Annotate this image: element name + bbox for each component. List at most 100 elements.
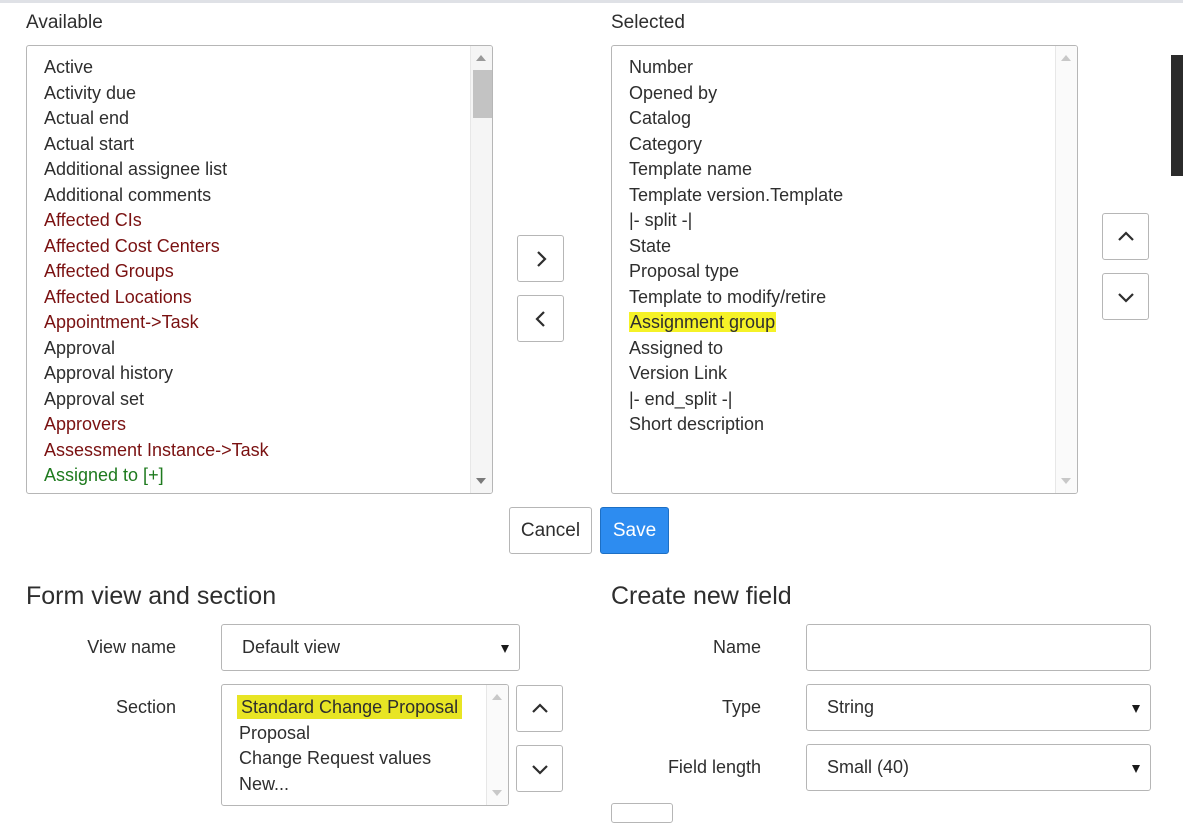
list-item-label: Short description xyxy=(629,414,765,434)
save-button[interactable]: Save xyxy=(600,507,669,554)
list-item[interactable]: Affected Groups xyxy=(44,259,269,285)
list-item[interactable]: Assessment Instance->Task xyxy=(44,438,269,464)
available-list[interactable]: Active Activity due Actual end Actual start… xyxy=(26,45,493,494)
list-item[interactable]: Approval xyxy=(44,336,269,362)
add-to-selected-button[interactable] xyxy=(517,235,564,282)
list-item[interactable]: Additional comments xyxy=(44,183,269,209)
name-label: Name xyxy=(712,637,761,657)
type-value: String xyxy=(827,697,875,717)
list-item[interactable]: Standard Change Proposal xyxy=(239,695,461,721)
partial-button[interactable] xyxy=(611,803,673,823)
list-item[interactable]: Appointment->Task xyxy=(44,310,269,336)
list-item[interactable]: Actual end xyxy=(44,106,269,132)
list-item[interactable]: Proposal type xyxy=(629,259,843,285)
list-item[interactable]: Catalog xyxy=(629,106,843,132)
list-item-label: Approval xyxy=(44,337,116,358)
list-item-label: Assigned to [+] xyxy=(44,465,164,485)
list-item[interactable]: Change Request values xyxy=(239,746,460,772)
list-item[interactable]: Template to modify/retire xyxy=(629,285,843,311)
list-item-label: Proposal type xyxy=(629,261,740,281)
scroll-up-icon[interactable] xyxy=(492,694,502,700)
view-name-value: Default view xyxy=(242,637,341,657)
chevron-up-icon xyxy=(531,702,548,713)
list-item-label: Assessment Instance->Task xyxy=(44,439,269,460)
form-view-title: Form view and section xyxy=(26,582,277,610)
remove-from-selected-button[interactable] xyxy=(517,295,564,342)
list-item[interactable]: Approval set xyxy=(44,387,269,413)
list-item-label: Active xyxy=(44,57,94,77)
cancel-button[interactable]: Cancel xyxy=(509,507,592,554)
list-item-label: Affected CIs xyxy=(44,210,142,230)
type-label: Type xyxy=(721,697,761,717)
list-item[interactable]: Proposal xyxy=(239,721,460,747)
list-item[interactable]: Affected CIs xyxy=(44,208,269,234)
section-move-down-button[interactable] xyxy=(516,745,563,792)
list-item-label: Approval set xyxy=(44,388,145,409)
list-item[interactable]: State xyxy=(629,234,843,260)
list-item[interactable]: Affected Locations xyxy=(44,285,269,311)
dropdown-caret-icon xyxy=(1132,765,1140,773)
list-item-label: Change Request values xyxy=(239,748,432,768)
list-item[interactable]: Assigned to [+] xyxy=(44,463,269,489)
list-item-label: Approvers xyxy=(44,414,127,434)
list-item-label: Version Link xyxy=(629,363,728,383)
edge-panel xyxy=(1171,55,1183,176)
list-item[interactable]: Short description xyxy=(629,412,843,438)
list-item-label: Proposal xyxy=(239,722,311,743)
selected-list[interactable]: Number Opened by Catalog Category Template n… xyxy=(611,45,1078,494)
view-name-label: View name xyxy=(87,637,176,657)
scroll-down-icon[interactable] xyxy=(476,478,486,484)
list-item[interactable]: Assignment group xyxy=(629,310,843,336)
view-name-select[interactable]: Default view xyxy=(221,624,520,671)
list-item-label: Catalog xyxy=(629,108,692,128)
move-down-button[interactable] xyxy=(1102,273,1149,320)
section-label: Section xyxy=(115,697,176,717)
list-item-label: Additional comments xyxy=(44,184,212,205)
section-list[interactable]: Standard Change Proposal Proposal Change R… xyxy=(221,684,509,806)
chevron-down-icon xyxy=(531,764,548,775)
list-item[interactable]: |- end_split -| xyxy=(629,387,843,413)
scroll-thumb[interactable] xyxy=(473,70,492,118)
chevron-left-icon xyxy=(534,310,545,327)
list-item-label: |- end_split -| xyxy=(629,388,733,409)
list-item-label: New... xyxy=(239,773,290,794)
list-item-label: Actual end xyxy=(44,108,130,128)
list-item[interactable]: Number xyxy=(629,55,843,81)
list-item-label: Affected Locations xyxy=(44,286,192,307)
scroll-down-icon[interactable] xyxy=(492,790,502,796)
scroll-down-icon[interactable] xyxy=(1061,478,1071,484)
list-item[interactable]: Opened by xyxy=(629,81,843,107)
list-item[interactable]: Category xyxy=(629,132,843,158)
list-item[interactable]: Activity due xyxy=(44,81,269,107)
available-label: Available xyxy=(26,12,103,33)
list-item[interactable]: Template version.Template xyxy=(629,183,843,209)
list-item[interactable]: |- split -| xyxy=(629,208,843,234)
list-item[interactable]: Affected Cost Centers xyxy=(44,234,269,260)
field-length-label: Field length xyxy=(667,757,761,777)
list-item[interactable]: Assigned to xyxy=(629,336,843,362)
field-length-select[interactable]: Small (40) xyxy=(806,744,1151,791)
scroll-up-icon[interactable] xyxy=(476,55,486,61)
selected-scrollbar[interactable] xyxy=(1055,46,1077,493)
list-item-label: Actual start xyxy=(44,133,135,154)
new-field-title: Create new field xyxy=(611,582,792,610)
list-item[interactable]: Approvers xyxy=(44,412,269,438)
list-item[interactable]: Additional assignee list xyxy=(44,157,269,183)
section-move-up-button[interactable] xyxy=(516,685,563,732)
list-item[interactable]: Actual start xyxy=(44,132,269,158)
list-item[interactable]: New... xyxy=(239,772,460,798)
list-item[interactable]: Approval history xyxy=(44,361,269,387)
list-item-label: Number xyxy=(629,57,694,77)
list-item[interactable]: Version Link xyxy=(629,361,843,387)
list-item-label: Opened by xyxy=(629,82,718,103)
move-up-button[interactable] xyxy=(1102,213,1149,260)
chevron-right-icon xyxy=(536,250,547,267)
list-item-label: Affected Cost Centers xyxy=(44,235,220,256)
name-field[interactable] xyxy=(806,624,1151,671)
list-item[interactable]: Template name xyxy=(629,157,843,183)
type-select[interactable]: String xyxy=(806,684,1151,731)
list-item[interactable]: Active xyxy=(44,55,269,81)
available-scrollbar[interactable] xyxy=(470,46,492,493)
scroll-up-icon[interactable] xyxy=(1061,55,1071,61)
section-scrollbar[interactable] xyxy=(486,685,508,805)
